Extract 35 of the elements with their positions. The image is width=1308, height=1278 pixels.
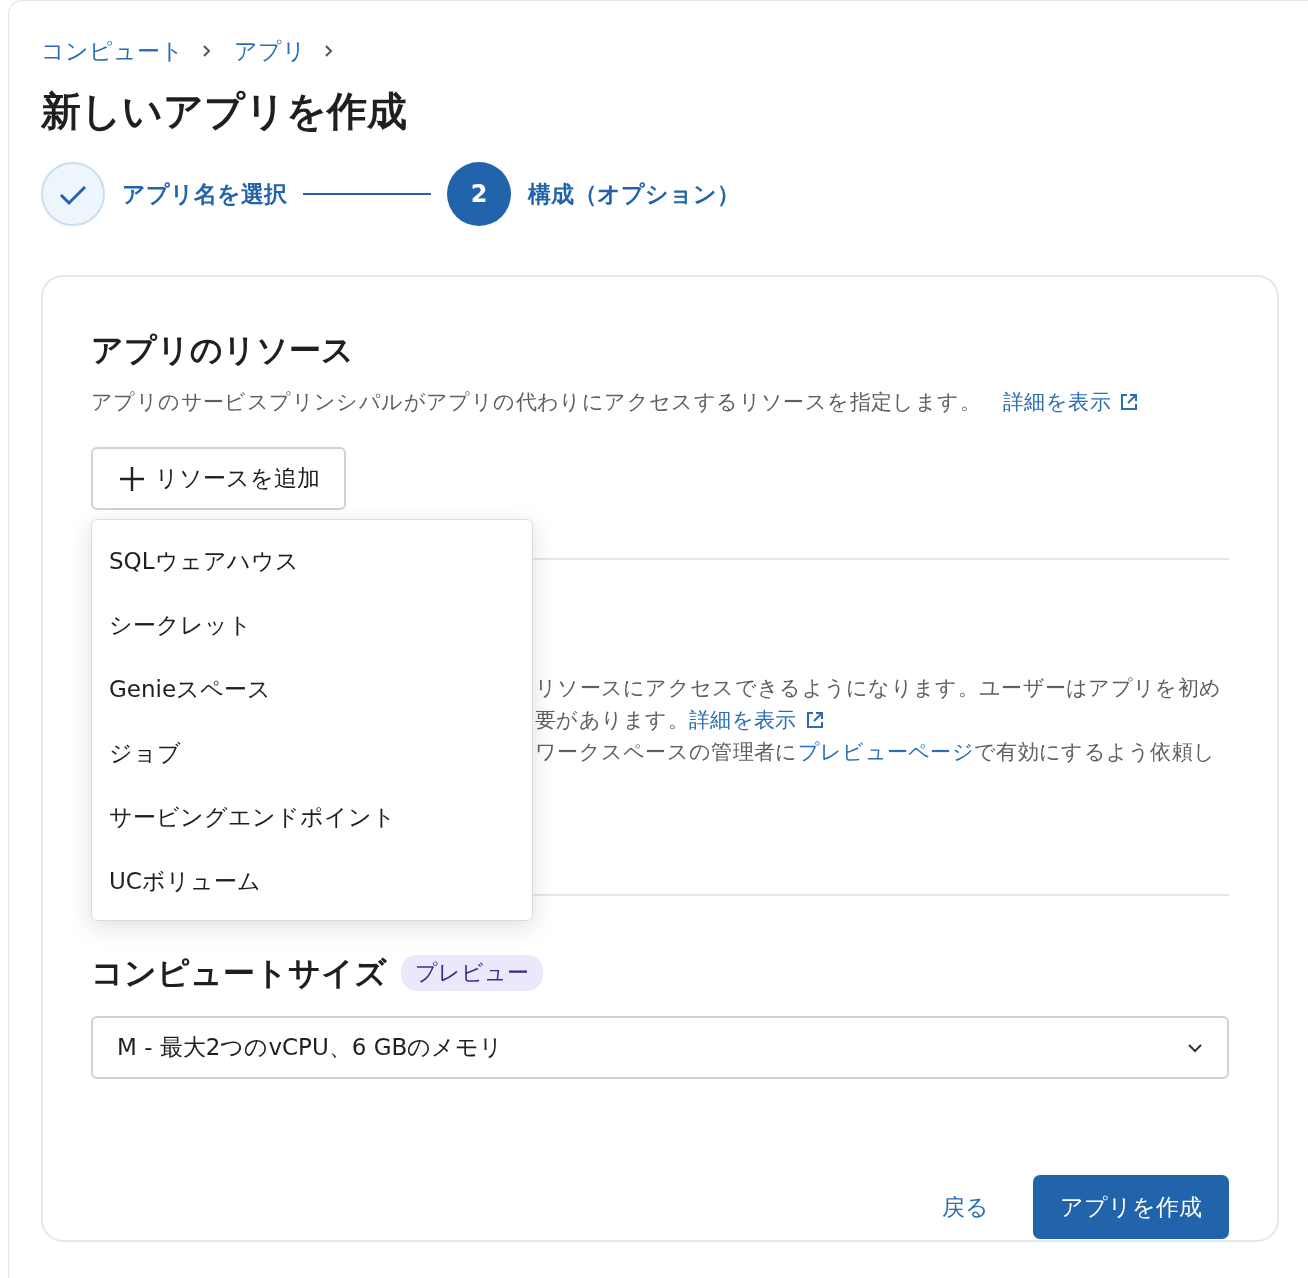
- text-link[interactable]: プレビューページ: [797, 738, 974, 766]
- step-number: 2: [447, 162, 511, 226]
- description-text: アプリのサービスプリンシパルがアプリの代わりにアクセスするリソースを指定します。: [91, 389, 981, 416]
- select-value: M - 最大2つのvCPU、6 GBのメモリ: [117, 1033, 504, 1062]
- body-text: で有効にするよう依頼し: [974, 739, 1216, 766]
- step-label: 構成（オプション）: [528, 179, 740, 209]
- section-heading: コンピュートサイズ: [91, 953, 387, 994]
- chevron-down-icon: [1187, 1042, 1203, 1053]
- external-link-icon: [1119, 392, 1139, 412]
- menu-item[interactable]: ジョブ: [92, 721, 532, 785]
- body-text: 要があります。: [535, 707, 690, 734]
- menu-item[interactable]: シークレット: [92, 593, 532, 657]
- size-select[interactable]: M - 最大2つのvCPU、6 GBのメモリ: [91, 1016, 1229, 1079]
- back-link[interactable]: 戻る: [942, 1191, 989, 1223]
- page-title: 新しいアプリを作成: [41, 87, 408, 136]
- text-link[interactable]: 詳細を表示: [689, 706, 825, 734]
- menu-item[interactable]: Genieスペース: [92, 657, 532, 721]
- add-resource-button[interactable]: リソースを追加: [91, 447, 346, 510]
- breadcrumb-link[interactable]: アプリ: [234, 35, 306, 67]
- plus-icon: [119, 465, 145, 492]
- external-link-icon: [804, 710, 825, 730]
- create-app-button[interactable]: アプリを作成: [1033, 1175, 1229, 1239]
- menu-item[interactable]: UCボリューム: [92, 849, 532, 913]
- chevron-right-icon: [324, 44, 334, 58]
- step-done-icon: [41, 162, 105, 226]
- preview-badge: プレビュー: [401, 955, 543, 991]
- step-label: アプリ名を選択: [122, 179, 287, 209]
- body-text: リソースにアクセスできるようになります。ユーザーはアプリを初め: [535, 675, 1222, 702]
- body-text: ワークスペースの管理者に: [535, 739, 798, 766]
- menu-item[interactable]: サービングエンドポイント: [92, 785, 532, 849]
- menu-item[interactable]: SQLウェアハウス: [92, 529, 532, 593]
- chevron-right-icon: [202, 44, 212, 58]
- breadcrumb-link[interactable]: コンピュート: [41, 35, 184, 67]
- details-link[interactable]: 詳細を表示: [1003, 387, 1111, 417]
- section-heading: アプリのリソース: [91, 330, 355, 371]
